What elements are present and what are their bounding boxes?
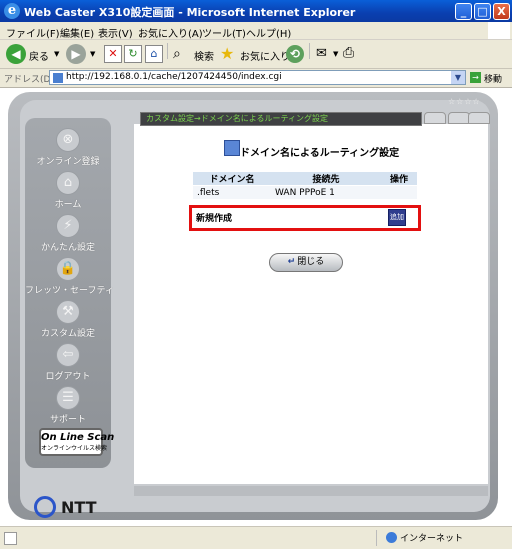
- back-arrow-icon[interactable]: ◀: [6, 44, 26, 64]
- page-title: ドメイン名によるルーティング設定: [240, 148, 400, 159]
- menu-bar: ファイル(F) 編集(E) 表示(V) お気に入り(A) ツール(T) ヘルプ(…: [0, 22, 512, 40]
- window-titlebar[interactable]: e Web Caster X310設定画面 - Microsoft Intern…: [0, 0, 512, 22]
- sidebar-item-custom-settings[interactable]: ⚒ カスタム設定: [25, 300, 111, 339]
- sidebar-item-online-register[interactable]: ⊗ オンライン登録: [25, 128, 111, 167]
- lightning-icon: ⚡: [56, 214, 80, 238]
- support-icon: ☰: [56, 386, 80, 410]
- sidebar-item-label: オンライン登録: [36, 157, 100, 167]
- address-label: アドレス(D): [4, 75, 54, 85]
- toolbar-separator: [167, 43, 168, 59]
- page-status-icon: [4, 532, 17, 545]
- minimize-button[interactable]: _: [455, 3, 472, 20]
- ntt-logo-icon: [34, 496, 56, 518]
- address-bar: アドレス(D) http://192.168.0.1/cache/1207424…: [0, 69, 512, 88]
- home-icon: ⌂: [56, 171, 80, 195]
- windows-logo-icon: [488, 22, 510, 39]
- routing-table: ドメイン名 接続先 操作 .flets WAN PPPoE 1: [193, 172, 417, 199]
- close-window-button[interactable]: X: [493, 3, 510, 20]
- close-button-label: 閉じる: [297, 257, 325, 267]
- online-register-icon: ⊗: [56, 128, 80, 152]
- go-arrow-icon[interactable]: →: [470, 72, 481, 83]
- sidebar-item-logout[interactable]: ⇦ ログアウト: [25, 343, 111, 382]
- sidebar-item-label: フレッツ・セーフティ: [25, 286, 114, 296]
- status-bar: インターネット: [0, 526, 512, 549]
- favorites-star-icon[interactable]: ★: [220, 44, 234, 63]
- frame-tab: [448, 112, 470, 124]
- stop-icon[interactable]: ✕: [104, 45, 122, 63]
- column-header-destination: 接続先: [271, 172, 381, 186]
- back-dropdown-icon[interactable]: ▼: [54, 50, 59, 58]
- favorites-button-label[interactable]: お気に入り: [240, 48, 290, 63]
- sidebar-item-support[interactable]: ☰ サポート: [25, 386, 111, 425]
- ntt-brand-text: NTT: [61, 498, 97, 517]
- routing-computers-icon: [224, 140, 240, 156]
- ie-logo-icon: e: [4, 3, 20, 19]
- table-header-row: ドメイン名 接続先 操作: [193, 172, 417, 186]
- new-entry-label: 新規作成: [196, 214, 233, 224]
- page-icon: [53, 73, 63, 83]
- tools-icon: ⚒: [56, 300, 80, 324]
- security-zone: インターネット: [400, 534, 464, 544]
- add-button[interactable]: 追加: [388, 209, 406, 226]
- cell-destination: WAN PPPoE 1: [271, 185, 381, 199]
- menu-help[interactable]: ヘルプ(H): [246, 25, 291, 40]
- return-arrow-icon: ↵: [287, 257, 296, 267]
- sidebar-item-label: ホーム: [54, 200, 82, 210]
- sidebar-item-flets-safety[interactable]: 🔒 フレッツ・セーフティ: [25, 257, 114, 296]
- forward-dropdown-icon[interactable]: ▼: [90, 50, 95, 58]
- sidebar-item-label: サポート: [49, 415, 86, 425]
- sidebar-item-label: かんたん設定: [40, 243, 95, 253]
- search-button-label[interactable]: 検索: [194, 48, 214, 63]
- print-icon[interactable]: ⎙: [343, 45, 354, 61]
- back-button-label[interactable]: 戻る: [29, 48, 49, 63]
- home-icon[interactable]: ⌂: [145, 45, 163, 63]
- address-dropdown-icon[interactable]: ▼: [451, 71, 465, 84]
- menu-tools[interactable]: ツール(T): [202, 25, 246, 40]
- logout-icon: ⇦: [56, 343, 80, 367]
- sidebar-item-home[interactable]: ⌂ ホーム: [25, 171, 111, 210]
- status-separator: [376, 530, 377, 546]
- menu-view[interactable]: 表示(V): [98, 25, 133, 40]
- cell-operation: [381, 185, 417, 199]
- table-row: .flets WAN PPPoE 1: [193, 185, 417, 199]
- toolbar-separator: [309, 43, 310, 59]
- breadcrumb: カスタム設定→ドメイン名によるルーティング設定: [146, 114, 328, 123]
- menu-favorites[interactable]: お気に入り(A): [138, 25, 203, 40]
- history-icon[interactable]: ⟲: [286, 45, 304, 63]
- go-button[interactable]: 移動: [484, 72, 502, 85]
- address-url[interactable]: http://192.168.0.1/cache/1207424450/inde…: [66, 72, 282, 82]
- lock-icon: 🔒: [56, 257, 80, 281]
- sidebar-item-label: カスタム設定: [40, 329, 95, 339]
- online-scan-button[interactable]: On Line Scan オンラインウイルス検索: [39, 428, 115, 456]
- column-header-domain: ドメイン名: [193, 172, 271, 186]
- toolbar: ◀ 戻る ▼ ▶ ▼ ✕ ↻ ⌂ ⌕ 検索 ★ お気に入り ⟲ ✉ ▼ ⎙: [0, 40, 512, 69]
- online-scan-subtitle: オンラインウイルス検索: [41, 445, 108, 452]
- refresh-icon[interactable]: ↻: [124, 45, 142, 63]
- frame-tab: [468, 112, 490, 124]
- mail-icon[interactable]: ✉: [316, 46, 327, 61]
- sidebar-item-label: ログアウト: [45, 372, 91, 382]
- mail-dropdown-icon[interactable]: ▼: [333, 50, 338, 58]
- close-button[interactable]: ↵ 閉じる: [269, 253, 343, 272]
- frame-tab: [424, 112, 446, 124]
- internet-globe-icon: [386, 532, 397, 543]
- menu-file[interactable]: ファイル(F): [6, 25, 60, 40]
- window-title: Web Caster X310設定画面 - Microsoft Internet…: [24, 6, 356, 19]
- online-scan-title: On Line Scan: [41, 432, 115, 443]
- sidebar-item-easy-setup[interactable]: ⚡ かんたん設定: [25, 214, 111, 253]
- forward-arrow-icon[interactable]: ▶: [66, 44, 86, 64]
- frame-stars: ☆☆☆☆: [448, 97, 481, 106]
- frame-bottom-bar: [134, 486, 488, 496]
- column-header-operation: 操作: [381, 172, 417, 186]
- search-icon[interactable]: ⌕: [173, 46, 181, 62]
- maximize-button[interactable]: □: [474, 3, 491, 20]
- menu-edit[interactable]: 編集(E): [60, 25, 94, 40]
- cell-domain: .flets: [193, 185, 271, 199]
